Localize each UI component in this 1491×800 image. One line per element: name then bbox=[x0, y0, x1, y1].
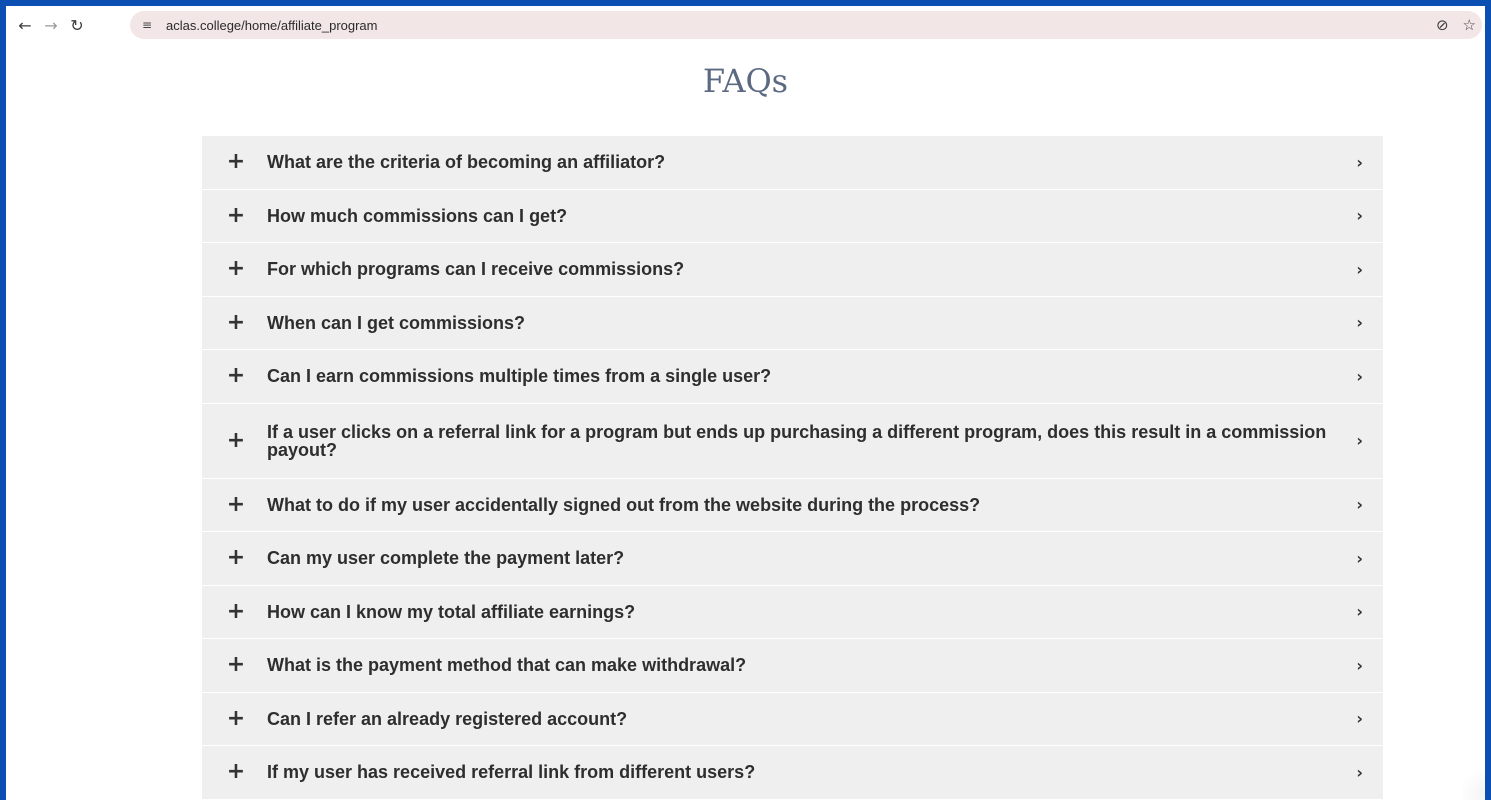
chevron-right-icon: › bbox=[1356, 762, 1363, 782]
faq-item[interactable]: + Can I refer an already registered acco… bbox=[202, 692, 1383, 746]
address-bar[interactable]: ≡ aclas.college/home/affiliate_program ⊘… bbox=[130, 11, 1482, 39]
plus-icon: + bbox=[226, 202, 246, 228]
faq-item[interactable]: + How much commissions can I get? › bbox=[202, 189, 1383, 243]
chevron-right-icon: › bbox=[1356, 152, 1363, 172]
faq-item[interactable]: + When can I get commissions? › bbox=[202, 296, 1383, 350]
back-button[interactable]: ← bbox=[12, 12, 38, 38]
faq-item[interactable]: + Can my user complete the payment later… bbox=[202, 532, 1383, 586]
url-text[interactable]: aclas.college/home/affiliate_program bbox=[166, 18, 378, 33]
faq-item[interactable]: + For which programs can I receive commi… bbox=[202, 243, 1383, 297]
chevron-right-icon: › bbox=[1356, 431, 1363, 450]
faq-question: If my user has received referral link fr… bbox=[267, 762, 756, 783]
plus-icon: + bbox=[226, 149, 246, 175]
chevron-right-icon: › bbox=[1356, 548, 1363, 568]
faq-question: What are the criteria of becoming an aff… bbox=[267, 152, 666, 173]
star-icon[interactable]: ☆ bbox=[1463, 16, 1476, 34]
browser-toolbar: ← → ↻ ≡ aclas.college/home/affiliate_pro… bbox=[6, 6, 1485, 44]
forward-button[interactable]: → bbox=[38, 12, 64, 38]
faq-item[interactable]: + Can I earn commissions multiple times … bbox=[202, 350, 1383, 404]
plus-icon: + bbox=[226, 491, 246, 517]
faq-question: If a user clicks on a referral link for … bbox=[267, 421, 1327, 460]
faq-question: What to do if my user accidentally signe… bbox=[267, 494, 981, 515]
plus-icon: + bbox=[226, 363, 246, 389]
faq-question: Can I earn commissions multiple times fr… bbox=[267, 366, 772, 387]
faq-item[interactable]: + What to do if my user accidentally sig… bbox=[202, 478, 1383, 532]
plus-icon: + bbox=[226, 545, 246, 571]
chevron-right-icon: › bbox=[1356, 495, 1363, 515]
faq-question: What is the payment method that can make… bbox=[267, 655, 747, 676]
faq-item[interactable]: + If my user has received referral link … bbox=[202, 746, 1383, 800]
plus-icon: + bbox=[226, 427, 246, 453]
faq-question: Can my user complete the payment later? bbox=[267, 548, 625, 569]
arrow-right-icon: → bbox=[44, 15, 58, 35]
reload-button[interactable]: ↻ bbox=[64, 12, 90, 38]
arrow-left-icon: ← bbox=[18, 15, 32, 35]
faq-question: When can I get commissions? bbox=[267, 312, 526, 333]
plus-icon: + bbox=[226, 309, 246, 335]
plus-icon: + bbox=[226, 705, 246, 731]
faq-item[interactable]: + What are the criteria of becoming an a… bbox=[202, 136, 1383, 190]
chevron-right-icon: › bbox=[1356, 313, 1363, 333]
eye-off-icon[interactable]: ⊘ bbox=[1436, 16, 1449, 34]
scroll-shadow bbox=[1461, 764, 1485, 800]
faq-item[interactable]: + If a user clicks on a referral link fo… bbox=[202, 403, 1383, 479]
chevron-right-icon: › bbox=[1356, 366, 1363, 386]
chevron-right-icon: › bbox=[1356, 259, 1363, 279]
faq-question: How much commissions can I get? bbox=[267, 205, 568, 226]
plus-icon: + bbox=[226, 652, 246, 678]
chevron-right-icon: › bbox=[1356, 655, 1363, 675]
faq-question: Can I refer an already registered accoun… bbox=[267, 708, 628, 729]
faq-item[interactable]: + How can I know my total affiliate earn… bbox=[202, 585, 1383, 639]
browser-window: ← → ↻ ≡ aclas.college/home/affiliate_pro… bbox=[6, 6, 1485, 800]
site-info-button[interactable]: ≡ bbox=[136, 14, 158, 36]
faq-question: How can I know my total affiliate earnin… bbox=[267, 601, 636, 622]
tune-icon: ≡ bbox=[141, 18, 153, 32]
address-bar-actions: ⊘ ☆ bbox=[1436, 11, 1476, 39]
plus-icon: + bbox=[226, 256, 246, 282]
faq-item[interactable]: + What is the payment method that can ma… bbox=[202, 639, 1383, 693]
reload-icon: ↻ bbox=[70, 15, 84, 35]
chevron-right-icon: › bbox=[1356, 602, 1363, 622]
faq-question: For which programs can I receive commiss… bbox=[267, 259, 685, 280]
chevron-right-icon: › bbox=[1356, 206, 1363, 226]
chevron-right-icon: › bbox=[1356, 709, 1363, 729]
plus-icon: + bbox=[226, 598, 246, 624]
plus-icon: + bbox=[226, 759, 246, 785]
page-title: FAQs bbox=[702, 62, 789, 100]
page-content: FAQs + What are the criteria of becoming… bbox=[6, 44, 1485, 800]
faq-list: + What are the criteria of becoming an a… bbox=[202, 136, 1383, 800]
